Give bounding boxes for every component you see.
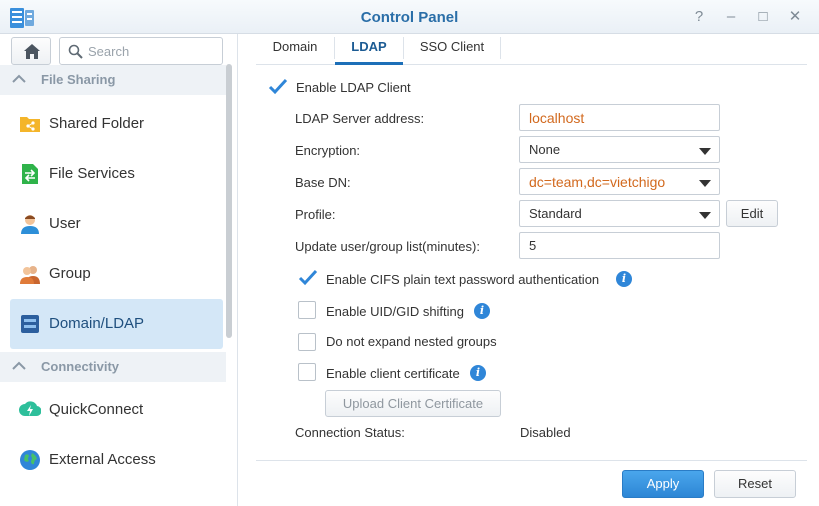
tab-separator	[500, 37, 501, 59]
uid-gid-checkbox[interactable]	[298, 301, 316, 319]
sidebar-item-shared-folder[interactable]: Shared Folder	[10, 99, 223, 149]
footer-divider	[256, 460, 807, 461]
sidebar: File Sharing Shared Folder File Services…	[0, 34, 238, 506]
sidebar-item-domain-ldap[interactable]: Domain/LDAP	[10, 299, 223, 349]
minimize-icon[interactable]: –	[722, 8, 740, 26]
sidebar-item-label: Shared Folder	[49, 115, 145, 132]
update-list-value: 5	[529, 238, 537, 253]
group-icon	[20, 266, 40, 284]
info-icon[interactable]: i	[474, 303, 490, 319]
profile-select[interactable]: Standard	[519, 200, 720, 227]
enable-ldap-label: Enable LDAP Client	[296, 80, 411, 95]
section-label: File Sharing	[41, 72, 116, 87]
base-dn-value: dc=team,dc=vietchigo	[529, 174, 666, 190]
sidebar-item-label: Group	[49, 265, 91, 282]
section-file-sharing[interactable]: File Sharing	[0, 65, 226, 95]
sidebar-scrollbar[interactable]	[226, 64, 232, 338]
section-label: Connectivity	[41, 359, 120, 374]
search-icon	[68, 44, 83, 59]
sidebar-item-external-access[interactable]: External Access	[10, 435, 223, 485]
tab-domain[interactable]: Domain	[256, 34, 334, 65]
sidebar-item-file-services[interactable]: File Services	[10, 149, 223, 199]
sidebar-item-label: Domain/LDAP	[49, 315, 145, 332]
chevron-up-icon	[12, 74, 26, 83]
sidebar-item-label: File Services	[49, 165, 135, 182]
connection-status-label: Connection Status:	[295, 425, 405, 440]
update-list-input[interactable]: 5	[519, 232, 720, 259]
maximize-icon[interactable]: □	[754, 8, 772, 26]
tab-sso-client[interactable]: SSO Client	[404, 34, 500, 65]
nested-groups-checkbox[interactable]	[298, 333, 316, 351]
dropdown-arrow-icon	[699, 180, 711, 187]
apply-button[interactable]: Apply	[622, 470, 704, 498]
quickconnect-icon	[19, 401, 41, 417]
globe-icon	[20, 450, 40, 470]
checkmark-icon	[298, 269, 318, 286]
connection-status-value: Disabled	[520, 425, 571, 440]
base-dn-label: Base DN:	[295, 175, 351, 190]
search-box[interactable]	[59, 37, 223, 65]
file-services-icon	[22, 164, 38, 184]
sidebar-item-label: User	[49, 215, 81, 232]
server-address-value: localhost	[529, 110, 585, 126]
title-bar: Control Panel ? – □ ✕	[0, 0, 819, 34]
encryption-select[interactable]: None	[519, 136, 720, 163]
dropdown-arrow-icon	[699, 212, 711, 219]
checkmark-icon	[268, 78, 288, 95]
profile-value: Standard	[529, 206, 582, 221]
uid-gid-label: Enable UID/GID shifting	[326, 304, 465, 319]
server-address-input[interactable]: localhost	[519, 104, 720, 131]
tab-bar: Domain LDAP SSO Client	[256, 34, 807, 65]
encryption-label: Encryption:	[295, 143, 361, 158]
sidebar-item-label: QuickConnect	[49, 401, 144, 418]
sidebar-item-quickconnect[interactable]: QuickConnect	[10, 385, 223, 435]
profile-edit-button[interactable]: Edit	[726, 200, 778, 227]
section-connectivity[interactable]: Connectivity	[0, 352, 226, 382]
client-cert-label: Enable client certificate	[326, 366, 460, 381]
tab-ldap[interactable]: LDAP	[335, 34, 403, 65]
client-cert-checkbox[interactable]	[298, 363, 316, 381]
info-icon[interactable]: i	[470, 365, 486, 381]
update-list-label: Update user/group list(minutes):	[295, 239, 480, 254]
reset-button[interactable]: Reset	[714, 470, 796, 498]
chevron-up-icon	[12, 361, 26, 370]
encryption-value: None	[529, 142, 561, 157]
dropdown-arrow-icon	[699, 148, 711, 155]
cifs-label: Enable CIFS plain text password authenti…	[326, 272, 600, 287]
server-address-label: LDAP Server address:	[295, 111, 425, 126]
close-icon[interactable]: ✕	[786, 8, 804, 26]
home-button[interactable]	[11, 37, 51, 65]
domain-ldap-icon	[21, 315, 39, 333]
search-input[interactable]	[88, 42, 216, 60]
nested-groups-label: Do not expand nested groups	[326, 334, 497, 349]
folder-share-icon	[20, 117, 40, 132]
profile-label: Profile:	[295, 207, 336, 222]
home-icon	[24, 44, 40, 59]
cifs-checkbox[interactable]	[298, 269, 318, 287]
sidebar-item-group[interactable]: Group	[10, 249, 223, 299]
enable-ldap-checkbox[interactable]	[268, 78, 288, 96]
sidebar-item-label: External Access	[49, 451, 156, 468]
help-icon[interactable]: ?	[690, 8, 708, 26]
sidebar-item-user[interactable]: User	[10, 199, 223, 249]
base-dn-combobox[interactable]: dc=team,dc=vietchigo	[519, 168, 720, 195]
user-icon	[21, 215, 39, 234]
info-icon[interactable]: i	[616, 271, 632, 287]
upload-client-certificate-button[interactable]: Upload Client Certificate	[325, 390, 501, 417]
